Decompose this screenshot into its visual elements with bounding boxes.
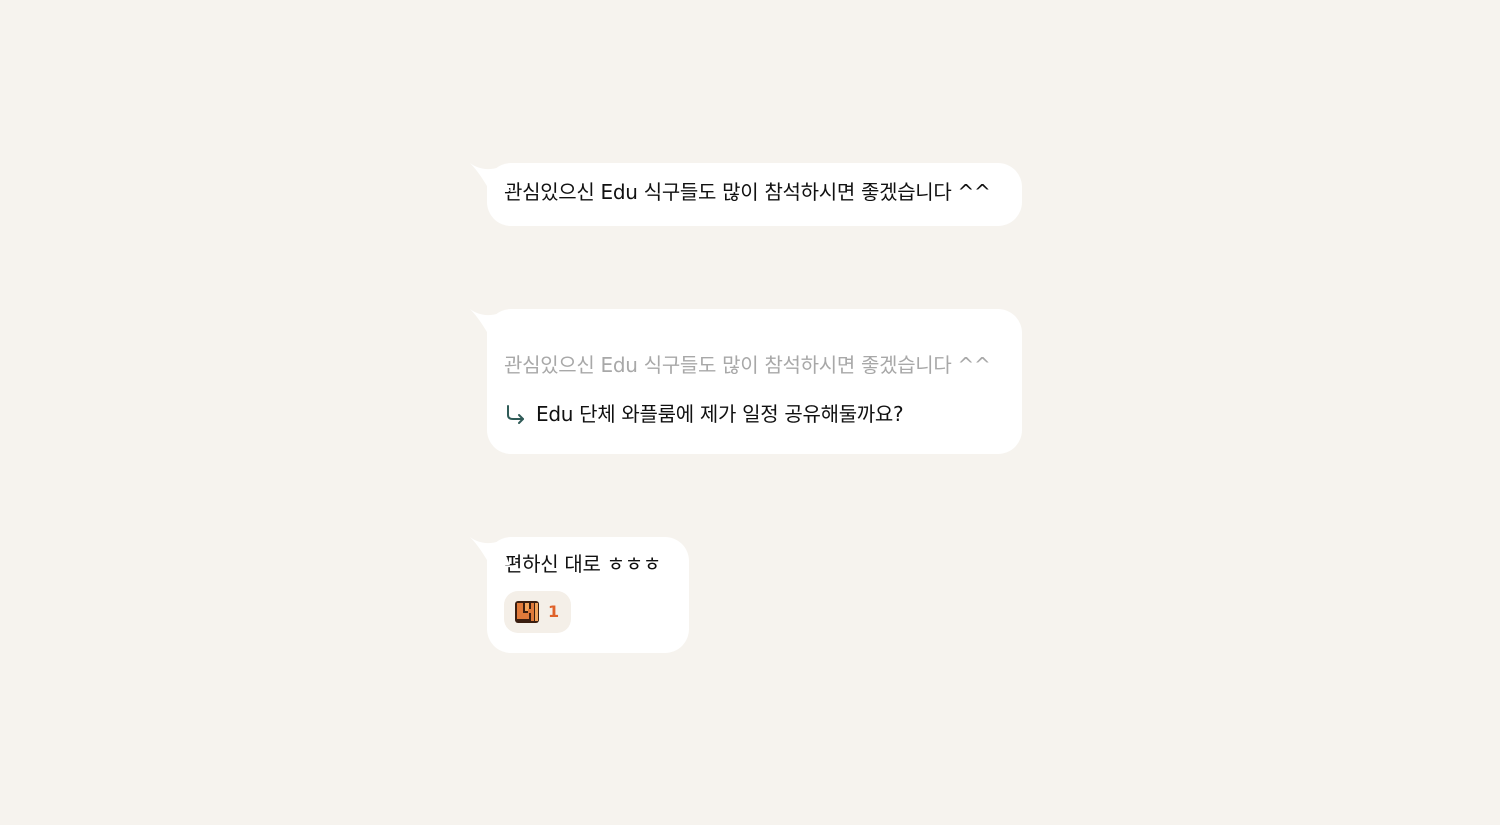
reply-arrow-icon <box>507 405 524 424</box>
message-text: Edu 단체 와플룸에 제가 일정 공유해둘까요? <box>536 402 904 426</box>
message-bubble[interactable]: 편하신 대로 ㅎㅎㅎ 1 <box>470 537 689 653</box>
message-text: 편하신 대로 ㅎㅎㅎ <box>504 552 661 576</box>
reply-line: Edu 단체 와플룸에 제가 일정 공유해둘까요? <box>504 399 1005 429</box>
chat-canvas: 관심있으신 Edu 식구들도 많이 참석하시면 좋겠습니다 ^^ 관심있으신 E… <box>0 0 1500 825</box>
bubble-tail <box>470 309 510 337</box>
reaction-count: 1 <box>548 602 559 621</box>
ne-sticker-icon <box>515 601 539 623</box>
bubble-tail <box>470 537 510 565</box>
reaction-chip[interactable]: 1 <box>504 591 571 633</box>
bubble-tail <box>470 163 510 191</box>
message-bubble[interactable]: 관심있으신 Edu 식구들도 많이 참석하시면 좋겠습니다 ^^ <box>470 163 1022 226</box>
quoted-message-text: 관심있으신 Edu 식구들도 많이 참석하시면 좋겠습니다 ^^ <box>504 353 991 377</box>
reply-message-bubble[interactable]: 관심있으신 Edu 식구들도 많이 참석하시면 좋겠습니다 ^^ Edu 단체 … <box>470 309 1022 454</box>
message-text: 관심있으신 Edu 식구들도 많이 참석하시면 좋겠습니다 ^^ <box>504 180 991 204</box>
